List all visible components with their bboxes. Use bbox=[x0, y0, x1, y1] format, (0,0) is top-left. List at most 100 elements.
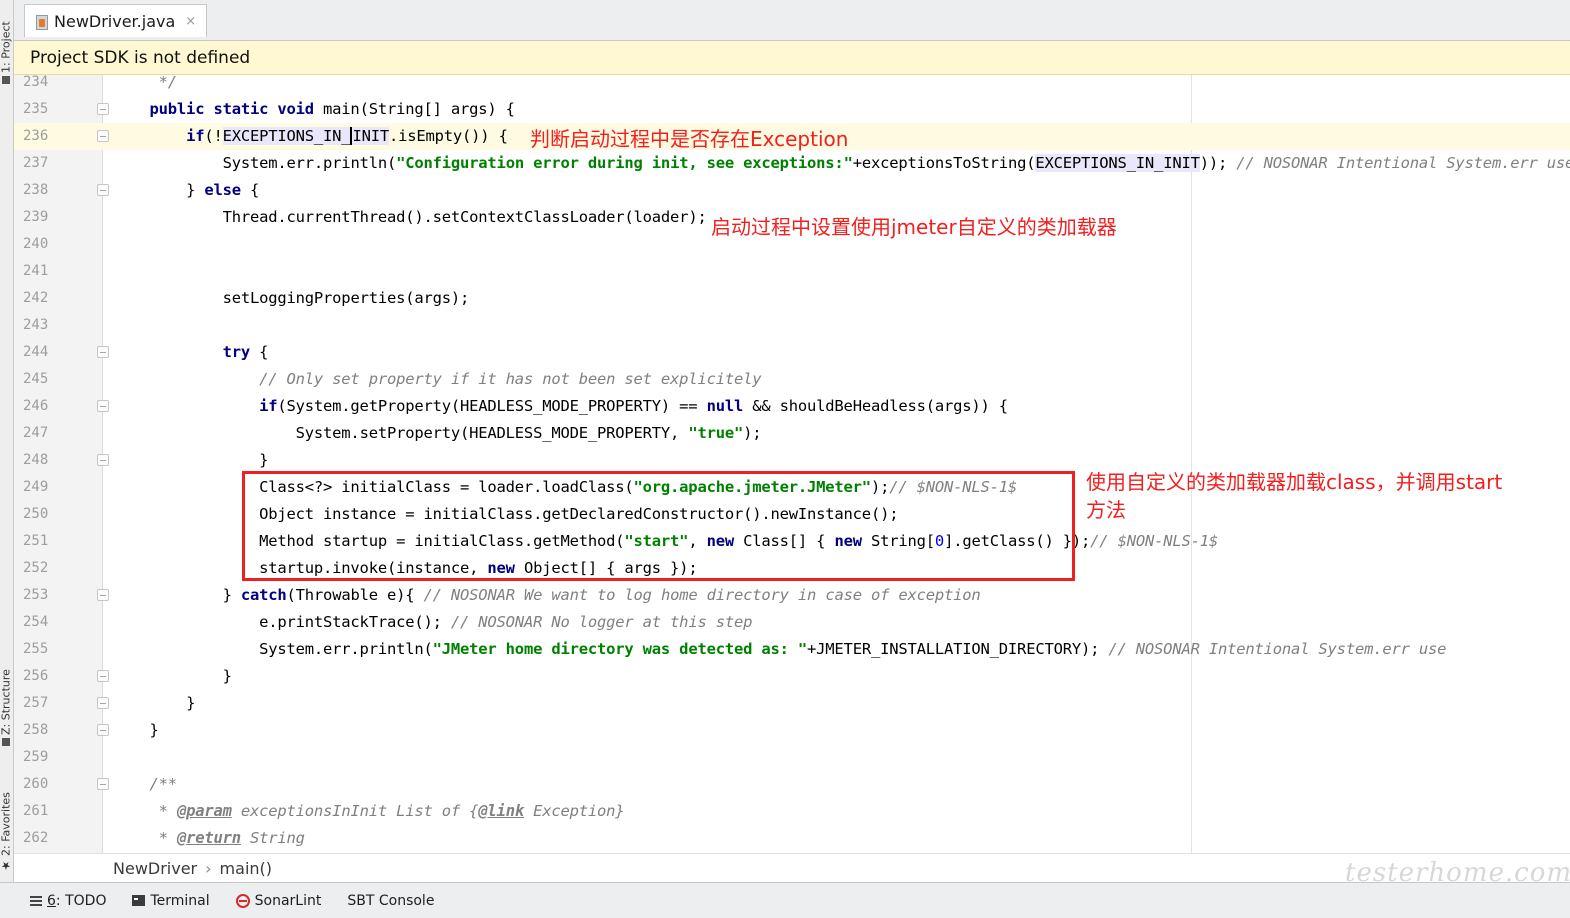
code-text: if(System.getProperty(HEADLESS_MODE_PROP… bbox=[259, 397, 1008, 415]
code-line-235[interactable]: 235 public static void main(String[] arg… bbox=[14, 96, 1570, 123]
project-sdk-warning-banner: Project SDK is not defined bbox=[14, 41, 1570, 75]
code-text: } bbox=[222, 667, 232, 685]
todo-tool-button[interactable]: 6: TODO bbox=[30, 893, 106, 909]
watermark: testerhome.com bbox=[1345, 858, 1570, 888]
code-line-238[interactable]: 238 } else { bbox=[14, 177, 1570, 204]
fold-toggle-icon[interactable] bbox=[97, 670, 109, 682]
code-text: Thread.currentThread().setContextClassLo… bbox=[222, 208, 707, 226]
line-number: 245 bbox=[23, 371, 49, 387]
breadcrumb-method[interactable]: main() bbox=[220, 859, 272, 878]
code-text: } bbox=[259, 451, 269, 469]
line-number: 244 bbox=[23, 344, 49, 360]
code-line-234[interactable]: 234 */ bbox=[14, 75, 1570, 96]
terminal-tool-button[interactable]: Terminal bbox=[132, 892, 210, 909]
favorites-star-icon: ★ bbox=[0, 859, 13, 872]
code-line-245[interactable]: 245 // Only set property if it has not b… bbox=[14, 366, 1570, 393]
bottom-tool-bar: 6: TODO Terminal SonarLint SBT Console bbox=[0, 882, 1570, 918]
line-number: 250 bbox=[23, 506, 49, 522]
code-line-259[interactable]: 259 bbox=[14, 744, 1570, 771]
left-tool-strip: 1: Project Z: Structure ★ 2: Favorites bbox=[0, 0, 14, 884]
annotation-classloader: 启动过程中设置使用jmeter自定义的类加载器 bbox=[711, 215, 1117, 239]
line-number: 235 bbox=[23, 101, 49, 117]
line-number: 243 bbox=[23, 317, 49, 333]
fold-toggle-icon[interactable] bbox=[97, 778, 109, 790]
line-number: 246 bbox=[23, 398, 49, 414]
line-number: 249 bbox=[23, 479, 49, 495]
code-text: public static void main(String[] args) { bbox=[149, 100, 515, 118]
code-line-261[interactable]: 261 * @param exceptionsInInit List of {@… bbox=[14, 798, 1570, 825]
line-number: 241 bbox=[23, 263, 49, 279]
line-number: 237 bbox=[23, 155, 49, 171]
tab-newdriver-java[interactable]: NewDriver.java × bbox=[24, 4, 208, 37]
annotation-load-class-line2: 方法 bbox=[1086, 498, 1126, 522]
code-line-242[interactable]: 242 setLoggingProperties(args); bbox=[14, 285, 1570, 312]
sonarlint-label: SonarLint bbox=[254, 892, 322, 909]
sbt-console-tool-button[interactable]: SBT Console bbox=[347, 893, 434, 909]
line-number: 247 bbox=[23, 425, 49, 441]
close-tab-icon[interactable]: × bbox=[185, 14, 196, 29]
code-text: } catch(Throwable e){ // NOSONAR We want… bbox=[222, 586, 981, 604]
fold-toggle-icon[interactable] bbox=[97, 346, 109, 358]
code-text: /** bbox=[149, 775, 178, 793]
code-line-255[interactable]: 255 System.err.println("JMeter home dire… bbox=[14, 636, 1570, 663]
breadcrumb-class[interactable]: NewDriver bbox=[113, 859, 197, 878]
line-number: 261 bbox=[23, 803, 49, 819]
line-number: 259 bbox=[23, 749, 49, 765]
fold-toggle-icon[interactable] bbox=[97, 589, 109, 601]
code-line-247[interactable]: 247 System.setProperty(HEADLESS_MODE_PRO… bbox=[14, 420, 1570, 447]
code-text: setLoggingProperties(args); bbox=[222, 289, 470, 307]
line-number: 252 bbox=[23, 560, 49, 576]
fold-toggle-icon[interactable] bbox=[97, 400, 109, 412]
code-line-254[interactable]: 254 e.printStackTrace(); // NOSONAR No l… bbox=[14, 609, 1570, 636]
highlight-box bbox=[242, 471, 1075, 581]
favorites-tool-tab[interactable]: ★ 2: Favorites bbox=[0, 776, 13, 872]
fold-toggle-icon[interactable] bbox=[97, 697, 109, 709]
code-line-243[interactable]: 243 bbox=[14, 312, 1570, 339]
todo-label: 6: TODO bbox=[47, 892, 107, 909]
line-number: 248 bbox=[23, 452, 49, 468]
sonarlint-tool-button[interactable]: SonarLint bbox=[235, 892, 322, 909]
code-line-260[interactable]: 260 /** bbox=[14, 771, 1570, 798]
line-number: 242 bbox=[23, 290, 49, 306]
code-line-246[interactable]: 246 if(System.getProperty(HEADLESS_MODE_… bbox=[14, 393, 1570, 420]
code-text: System.setProperty(HEADLESS_MODE_PROPERT… bbox=[295, 424, 762, 442]
editor-tab-bar: NewDriver.java × bbox=[14, 0, 1570, 41]
code-line-241[interactable]: 241 bbox=[14, 258, 1570, 285]
sonarlint-icon bbox=[235, 893, 250, 908]
line-number: 251 bbox=[23, 533, 49, 549]
line-number: 254 bbox=[23, 614, 49, 630]
code-text: } bbox=[186, 694, 196, 712]
code-text: e.printStackTrace(); // NOSONAR No logge… bbox=[259, 613, 753, 631]
code-text: System.err.println("Configuration error … bbox=[222, 154, 1570, 172]
code-line-256[interactable]: 256 } bbox=[14, 663, 1570, 690]
code-line-262[interactable]: 262 * @return String bbox=[14, 825, 1570, 852]
code-line-257[interactable]: 257 } bbox=[14, 690, 1570, 717]
terminal-label: Terminal bbox=[150, 892, 210, 909]
fold-toggle-icon[interactable] bbox=[97, 130, 109, 142]
code-text: try { bbox=[222, 343, 269, 361]
terminal-icon bbox=[132, 895, 146, 906]
banner-text: Project SDK is not defined bbox=[30, 47, 251, 68]
code-text: if(!EXCEPTIONS_IN_ INIT.isEmpty()) { bbox=[186, 127, 508, 145]
line-number: 240 bbox=[23, 236, 49, 252]
code-editor[interactable]: 234 */ 235 public static void main(Strin… bbox=[14, 75, 1570, 853]
code-text: } bbox=[149, 721, 159, 739]
structure-icon bbox=[2, 738, 10, 746]
code-line-253[interactable]: 253 } catch(Throwable e){ // NOSONAR We … bbox=[14, 582, 1570, 609]
code-line-258[interactable]: 258 } bbox=[14, 717, 1570, 744]
code-line-244[interactable]: 244 try { bbox=[14, 339, 1570, 366]
fold-toggle-icon[interactable] bbox=[97, 454, 109, 466]
fold-toggle-icon[interactable] bbox=[97, 724, 109, 736]
line-number: 236 bbox=[23, 128, 49, 144]
code-line-237[interactable]: 237 System.err.println("Configuration er… bbox=[14, 150, 1570, 177]
breadcrumb-separator-icon: › bbox=[205, 858, 212, 878]
structure-tool-tab[interactable]: Z: Structure bbox=[0, 648, 13, 746]
project-tool-tab[interactable]: 1: Project bbox=[0, 6, 13, 84]
fold-toggle-icon[interactable] bbox=[97, 103, 109, 115]
line-number: 258 bbox=[23, 722, 49, 738]
line-number: 238 bbox=[23, 182, 49, 198]
structure-tab-label: Z: Structure bbox=[0, 669, 13, 735]
line-number: 257 bbox=[23, 695, 49, 711]
fold-toggle-icon[interactable] bbox=[97, 184, 109, 196]
line-number: 262 bbox=[23, 830, 49, 846]
